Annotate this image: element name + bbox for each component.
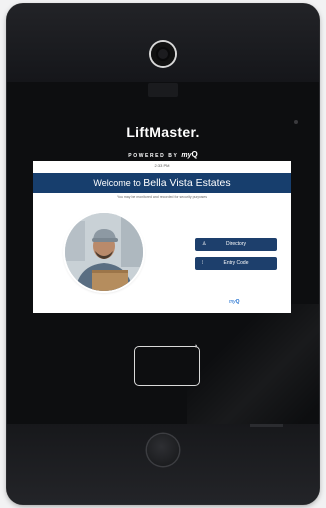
keypad-icon: ⁞: [202, 260, 204, 266]
powered-prefix: POWERED BY: [128, 153, 179, 159]
welcome-prefix: Welcome to: [93, 178, 141, 188]
monitoring-notice: You may be monitored and recorded for se…: [117, 195, 207, 199]
directory-button[interactable]: ♙ Directory: [195, 238, 277, 251]
person-icon: ♙: [202, 241, 207, 247]
intercom-device: LiftMaster. POWERED BY myQ 2:33 PM Welco…: [7, 4, 319, 504]
call-button[interactable]: [147, 434, 179, 466]
entry-code-button[interactable]: ⁞ Entry Code: [195, 257, 277, 270]
clock-time: 2:33 PM: [154, 163, 170, 168]
person-photo-illustration: [65, 213, 143, 291]
powered-by-label: POWERED BY myQ: [7, 150, 319, 159]
myq-logo: myQ: [181, 150, 198, 159]
glass-reflection: [187, 304, 319, 424]
site-name: Bella Vista Estates: [143, 177, 231, 189]
entry-code-label: Entry Code: [223, 260, 249, 266]
directory-label: Directory: [225, 241, 246, 247]
welcome-banner: Welcome to Bella Vista Estates: [33, 173, 291, 193]
brand-logo: LiftMaster.: [126, 124, 200, 140]
camera-lens-icon: [151, 42, 175, 66]
speaker-slot: [250, 424, 283, 427]
delivery-person-photo: [65, 213, 143, 291]
sensor-window: [148, 83, 178, 97]
touch-screen: 2:33 PM Welcome to Bella Vista Estates Y…: [33, 161, 291, 313]
